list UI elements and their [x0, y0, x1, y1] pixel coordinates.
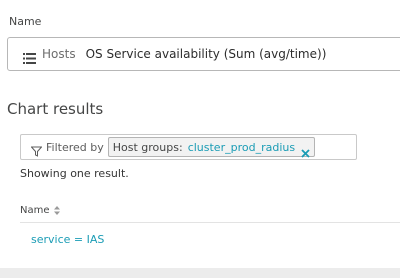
- name-column-header[interactable]: Name: [20, 205, 60, 216]
- filter-icon: [30, 142, 43, 157]
- column-header-label: Name: [20, 205, 50, 216]
- name-label: Name: [9, 15, 42, 28]
- list-icon: [23, 49, 36, 64]
- filter-chip[interactable]: Host groups: cluster_prod_radius: [107, 137, 316, 158]
- footer-bar: [0, 268, 400, 278]
- filter-chip-value: cluster_prod_radius: [187, 140, 296, 154]
- metric-selector[interactable]: Hosts OS Service availability (Sum (avg/…: [7, 37, 400, 71]
- result-count: Showing one result.: [20, 167, 129, 180]
- remove-filter-icon[interactable]: [301, 143, 310, 158]
- metric-entity: Hosts: [42, 47, 76, 61]
- metric-name: OS Service availability (Sum (avg/time)): [85, 47, 327, 61]
- table-divider: [20, 222, 400, 223]
- filter-input[interactable]: Filtered by Host groups: cluster_prod_ra…: [20, 134, 357, 160]
- sort-icon: [53, 206, 60, 215]
- filtered-by-label: Filtered by: [46, 140, 104, 154]
- chart-results-title: Chart results: [7, 100, 104, 118]
- filter-chip-key: Host groups:: [112, 140, 183, 154]
- table-row-link[interactable]: service = IAS: [31, 233, 104, 246]
